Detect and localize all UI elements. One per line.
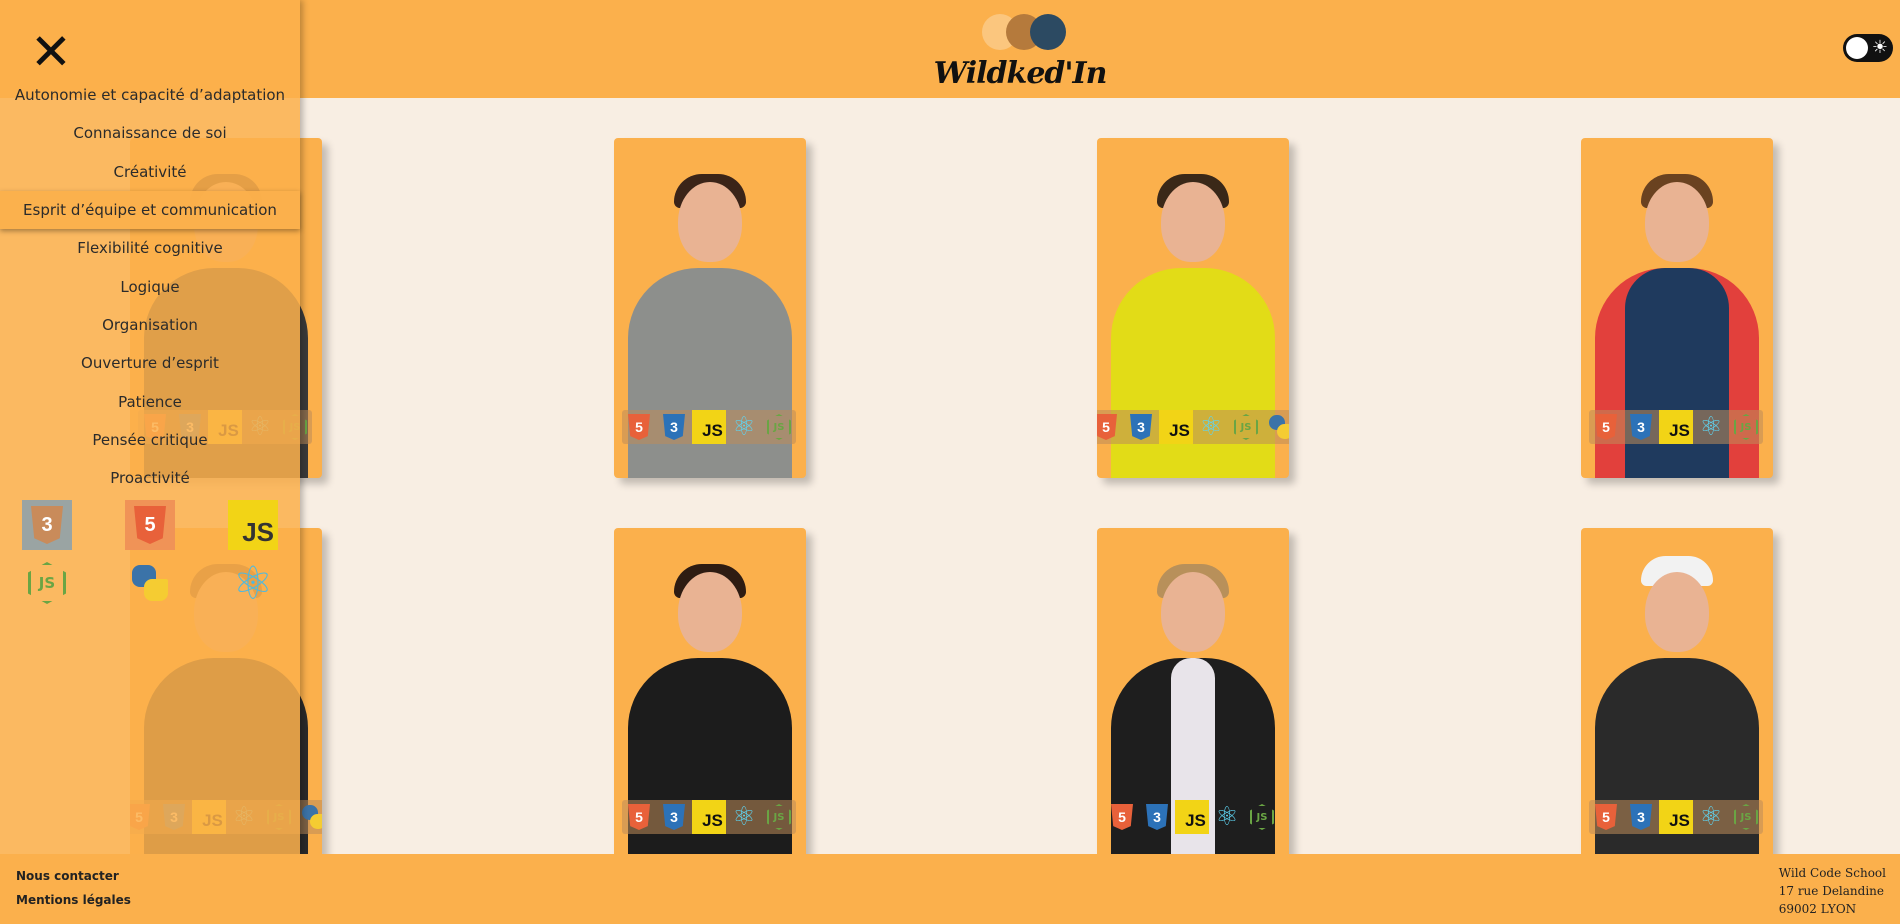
- css3-icon: 3: [1124, 410, 1158, 444]
- react-icon: ⚛: [1699, 412, 1723, 442]
- tech-badges: 5 3 JS ⚛ JS: [622, 410, 796, 444]
- html5-icon: 5: [622, 800, 656, 834]
- contact-link[interactable]: Nous contacter: [16, 869, 119, 883]
- soft-skills-list: Autonomie et capacité d’adaptation Conna…: [0, 76, 300, 497]
- school-address: Wild Code School 17 rue Delandine 69002 …: [1779, 864, 1886, 918]
- javascript-icon[interactable]: JS: [228, 500, 278, 550]
- menu-item-autonomie[interactable]: Autonomie et capacité d’adaptation: [0, 76, 300, 114]
- address-line: Wild Code School: [1778, 866, 1886, 880]
- footer: Nous contacter Mentions légales Wild Cod…: [0, 854, 1900, 924]
- profile-card[interactable]: 5 3 JS ⚛ JS: [1097, 528, 1289, 868]
- tech-badges: 5 3 JS ⚛ JS: [1589, 410, 1763, 444]
- menu-item-patience[interactable]: Patience: [0, 382, 300, 420]
- nodejs-icon: JS: [762, 800, 796, 834]
- javascript-icon: JS: [1159, 410, 1193, 444]
- profile-card[interactable]: 5 3 JS ⚛ JS: [1581, 138, 1773, 478]
- profile-card[interactable]: 5 3 JS ⚛ JS: [1097, 138, 1289, 478]
- css3-icon: 3: [657, 800, 691, 834]
- css3-icon: 3: [1140, 800, 1174, 834]
- html5-icon: 5: [1589, 410, 1623, 444]
- close-icon[interactable]: ✕: [30, 27, 72, 77]
- html5-icon: 5: [1105, 800, 1139, 834]
- react-icon: ⚛: [1699, 802, 1723, 832]
- python-icon: [297, 800, 322, 834]
- tech-badges: 5 3 JS ⚛ JS: [1105, 800, 1279, 834]
- css3-icon: 3: [1624, 800, 1658, 834]
- menu-item-logique[interactable]: Logique: [0, 267, 300, 305]
- javascript-icon: JS: [692, 800, 726, 834]
- menu-item-pensee-critique[interactable]: Pensée critique: [0, 421, 300, 459]
- nodejs-icon: JS: [762, 410, 796, 444]
- react-icon[interactable]: ⚛: [228, 556, 278, 610]
- address-line: 17 rue Delandine: [1778, 884, 1884, 898]
- toggle-knob: [1846, 37, 1868, 59]
- tech-badges: 5 3 JS ⚛ JS: [1097, 410, 1289, 444]
- logo-icon[interactable]: [982, 14, 1072, 50]
- address-line: 69002 LYON: [1778, 902, 1857, 916]
- html5-icon: 5: [622, 410, 656, 444]
- tech-badges: 5 3 JS ⚛ JS: [622, 800, 796, 834]
- nodejs-icon: JS: [1245, 800, 1279, 834]
- react-icon: ⚛: [732, 412, 756, 442]
- tech-badges: 5 3 JS ⚛ JS: [1589, 800, 1763, 834]
- css3-icon: 3: [657, 410, 691, 444]
- menu-item-organisation[interactable]: Organisation: [0, 306, 300, 344]
- nodejs-icon: JS: [1229, 410, 1263, 444]
- html5-icon[interactable]: 5: [125, 500, 175, 550]
- profile-card[interactable]: 5 3 JS ⚛ JS: [614, 528, 806, 868]
- css3-icon[interactable]: 3: [22, 500, 72, 550]
- javascript-icon: JS: [692, 410, 726, 444]
- nodejs-icon: JS: [1729, 800, 1763, 834]
- react-icon: ⚛: [1199, 412, 1223, 442]
- sun-icon: ☀: [1871, 37, 1888, 58]
- logo-title[interactable]: Wildked'In: [900, 56, 1140, 91]
- menu-item-ouverture-esprit[interactable]: Ouverture d’esprit: [0, 344, 300, 382]
- react-icon: ⚛: [1215, 802, 1239, 832]
- python-icon[interactable]: [125, 558, 175, 608]
- profile-card[interactable]: 5 3 JS ⚛ JS: [614, 138, 806, 478]
- nodejs-icon[interactable]: JS: [22, 558, 72, 608]
- javascript-icon: JS: [1659, 800, 1693, 834]
- react-icon: ⚛: [732, 802, 756, 832]
- menu-item-proactivite[interactable]: Proactivité: [0, 459, 300, 497]
- javascript-icon: JS: [1175, 800, 1209, 834]
- theme-toggle[interactable]: ☀: [1843, 34, 1893, 62]
- css3-icon: 3: [1624, 410, 1658, 444]
- menu-item-esprit-equipe[interactable]: Esprit d’équipe et communication: [0, 190, 300, 230]
- menu-item-connaissance-de-soi[interactable]: Connaissance de soi: [0, 114, 300, 152]
- legal-link[interactable]: Mentions légales: [16, 893, 131, 907]
- menu-item-flexibilite-cognitive[interactable]: Flexibilité cognitive: [0, 229, 300, 267]
- profile-card[interactable]: 5 3 JS ⚛ JS: [1581, 528, 1773, 868]
- sidebar-menu: ✕ Autonomie et capacité d’adaptation Con…: [0, 0, 300, 854]
- nodejs-icon: JS: [1729, 410, 1763, 444]
- javascript-icon: JS: [1659, 410, 1693, 444]
- python-icon: [1264, 410, 1289, 444]
- html5-icon: 5: [1097, 410, 1123, 444]
- html5-icon: 5: [1589, 800, 1623, 834]
- menu-item-creativite[interactable]: Créativité: [0, 153, 300, 191]
